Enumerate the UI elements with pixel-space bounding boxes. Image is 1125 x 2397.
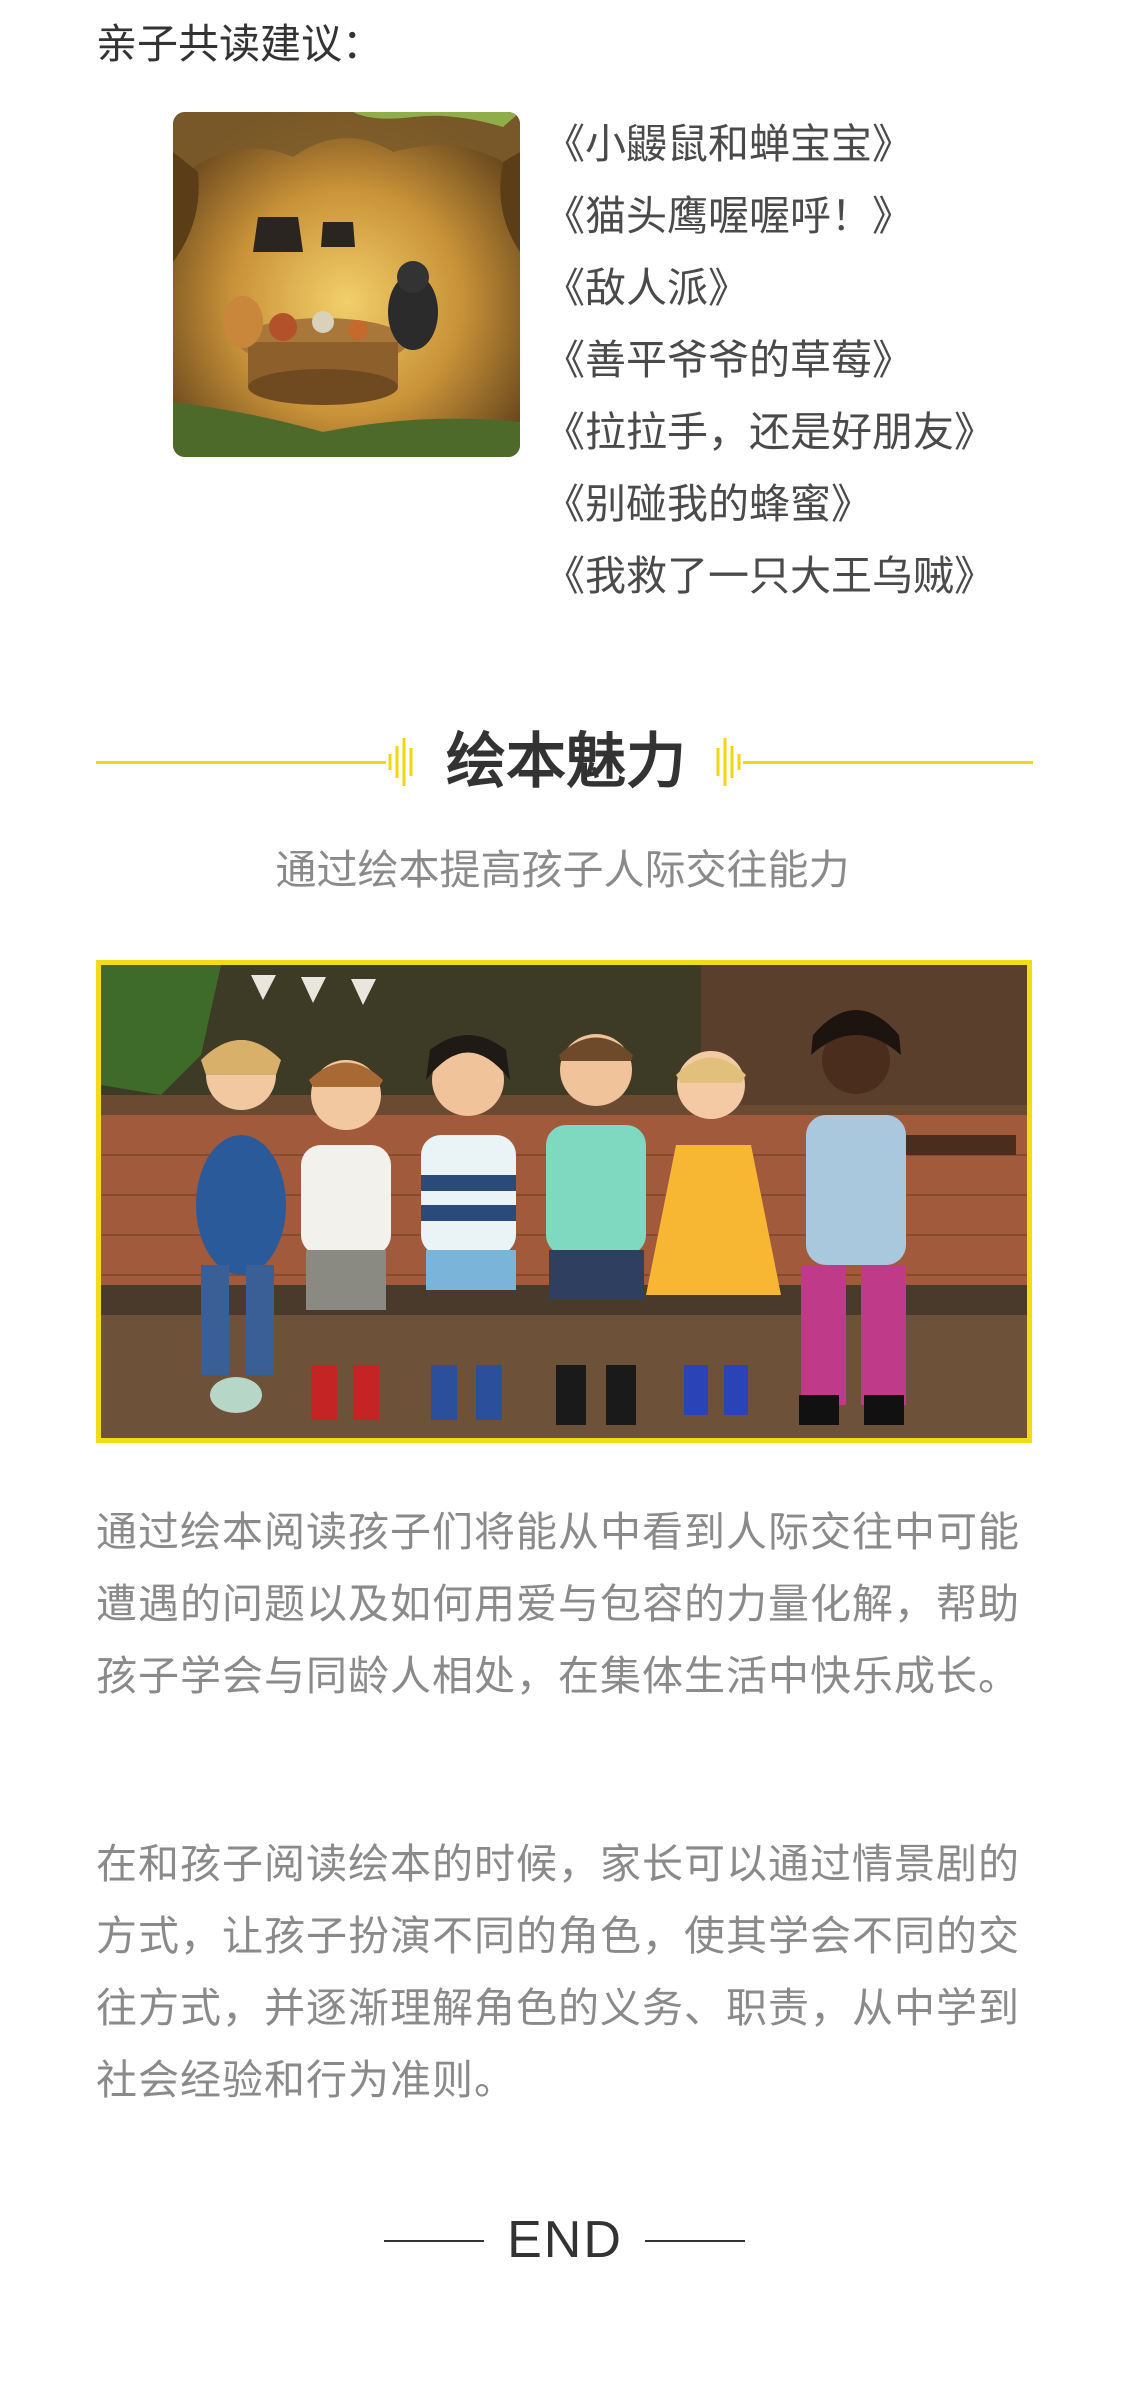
section-header: 绘本魅力 — [96, 728, 1033, 796]
body-paragraph-1: 通过绘本阅读孩子们将能从中看到人际交往中可能遭遇的问题以及如何用爱与包容的力量化… — [96, 1508, 1020, 1700]
book-cover-image — [173, 112, 520, 457]
title-divider-right — [743, 761, 1033, 764]
end-divider-right — [645, 2240, 745, 2242]
title-divider-left — [96, 761, 386, 764]
children-photo — [96, 960, 1032, 1443]
book-list: 《小鼹鼠和蝉宝宝》 《猫头鹰喔喔呼！》 《敌人派》 《善平爷爷的草莓》 《拉拉手… — [544, 108, 995, 612]
book-title-4: 《善平爷爷的草莓》 — [544, 336, 913, 384]
body-paragraph-2: 在和孩子阅读绘本的时候，家长可以通过情景剧的方式，让孩子扮演不同的角色，使其学会… — [96, 1840, 1020, 2104]
end-footer: END — [0, 2200, 1125, 2280]
book-title-6: 《别碰我的蜂蜜》 — [544, 480, 872, 528]
end-divider-left — [384, 2240, 484, 2242]
end-label: END — [507, 2211, 623, 2269]
book-title-5: 《拉拉手，还是好朋友》 — [544, 408, 995, 456]
book-title-1: 《小鼹鼠和蝉宝宝》 — [544, 120, 913, 168]
section-subtitle: 通过绘本提高孩子人际交往能力 — [275, 846, 850, 894]
book-title-2: 《猫头鹰喔喔呼！》 — [544, 192, 913, 240]
suggestion-heading: 亲子共读建议： — [96, 20, 383, 68]
book-title-7: 《我救了一只大王乌贼》 — [544, 552, 995, 600]
sound-wave-icon — [388, 738, 413, 786]
sound-wave-icon — [716, 738, 741, 786]
section-title: 绘本魅力 — [446, 727, 686, 797]
book-title-3: 《敌人派》 — [544, 264, 749, 312]
